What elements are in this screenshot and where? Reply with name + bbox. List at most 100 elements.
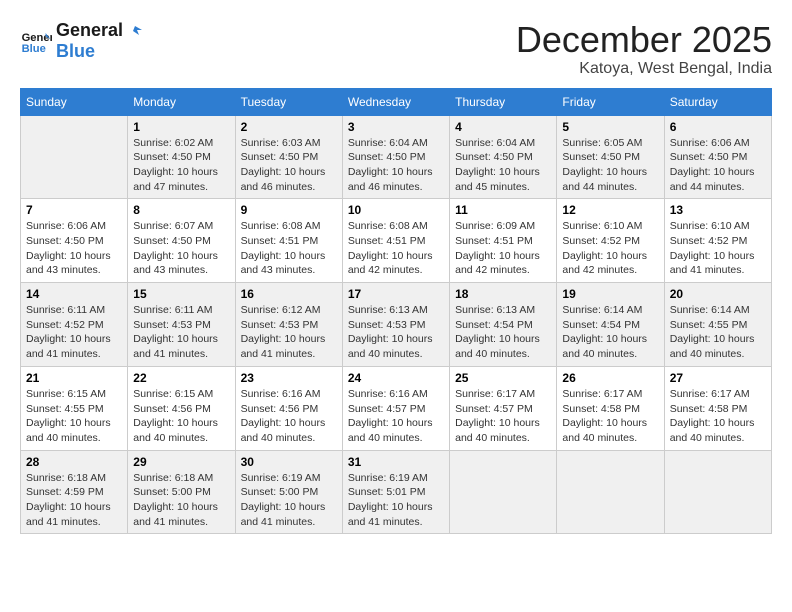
calendar-cell: 19 Sunrise: 6:14 AMSunset: 4:54 PMDayligh… [557, 283, 664, 367]
day-number: 9 [241, 203, 337, 217]
day-detail: Sunrise: 6:03 AMSunset: 4:50 PMDaylight:… [241, 136, 337, 195]
day-detail: Sunrise: 6:06 AMSunset: 4:50 PMDaylight:… [670, 136, 766, 195]
day-number: 20 [670, 287, 766, 301]
day-number: 29 [133, 455, 229, 469]
day-detail: Sunrise: 6:16 AMSunset: 4:56 PMDaylight:… [241, 387, 337, 446]
month-title: December 2025 [516, 20, 772, 60]
day-detail: Sunrise: 6:09 AMSunset: 4:51 PMDaylight:… [455, 219, 551, 278]
calendar-week-row: 28 Sunrise: 6:18 AMSunset: 4:59 PMDayligh… [21, 450, 772, 534]
day-detail: Sunrise: 6:17 AMSunset: 4:58 PMDaylight:… [562, 387, 658, 446]
calendar-cell: 10Sunrise: 6:08 AMSunset: 4:51 PMDayligh… [342, 199, 449, 283]
day-detail: Sunrise: 6:13 AMSunset: 4:54 PMDaylight:… [455, 303, 551, 362]
location: Katoya, West Bengal, India [516, 60, 772, 78]
calendar-cell: 29 Sunrise: 6:18 AMSunset: 5:00 PMDayligh… [128, 450, 235, 534]
logo-text-blue: Blue [56, 41, 143, 62]
svg-text:Blue: Blue [22, 43, 46, 55]
day-number: 23 [241, 371, 337, 385]
day-detail: Sunrise: 6:15 AMSunset: 4:55 PMDaylight:… [26, 387, 122, 446]
calendar-week-row: 14 Sunrise: 6:11 AMSunset: 4:52 PMDayligh… [21, 283, 772, 367]
header-saturday: Saturday [664, 88, 771, 115]
header-monday: Monday [128, 88, 235, 115]
logo-bird-icon [125, 22, 143, 40]
day-number: 5 [562, 120, 658, 134]
calendar-cell [450, 450, 557, 534]
day-number: 19 [562, 287, 658, 301]
calendar-cell: 14 Sunrise: 6:11 AMSunset: 4:52 PMDayligh… [21, 283, 128, 367]
calendar-cell: 7Sunrise: 6:06 AMSunset: 4:50 PMDaylight… [21, 199, 128, 283]
day-number: 31 [348, 455, 444, 469]
day-detail: Sunrise: 6:10 AMSunset: 4:52 PMDaylight:… [562, 219, 658, 278]
day-detail: Sunrise: 6:11 AMSunset: 4:53 PMDaylight:… [133, 303, 229, 362]
calendar-cell: 11 Sunrise: 6:09 AMSunset: 4:51 PMDayligh… [450, 199, 557, 283]
calendar-cell: 15 Sunrise: 6:11 AMSunset: 4:53 PMDayligh… [128, 283, 235, 367]
calendar-cell: 3 Sunrise: 6:04 AMSunset: 4:50 PMDaylight… [342, 115, 449, 199]
day-number: 24 [348, 371, 444, 385]
calendar-week-row: 7Sunrise: 6:06 AMSunset: 4:50 PMDaylight… [21, 199, 772, 283]
day-number: 14 [26, 287, 122, 301]
header-wednesday: Wednesday [342, 88, 449, 115]
calendar-cell: 17 Sunrise: 6:13 AMSunset: 4:53 PMDayligh… [342, 283, 449, 367]
calendar-cell: 25Sunrise: 6:17 AMSunset: 4:57 PMDayligh… [450, 366, 557, 450]
day-number: 16 [241, 287, 337, 301]
day-number: 17 [348, 287, 444, 301]
day-detail: Sunrise: 6:13 AMSunset: 4:53 PMDaylight:… [348, 303, 444, 362]
logo-icon: General Blue [20, 25, 52, 57]
day-detail: Sunrise: 6:02 AMSunset: 4:50 PMDaylight:… [133, 136, 229, 195]
day-detail: Sunrise: 6:08 AMSunset: 4:51 PMDaylight:… [241, 219, 337, 278]
page-header: General Blue General Blue December 2025 … [20, 20, 772, 78]
day-detail: Sunrise: 6:17 AMSunset: 4:58 PMDaylight:… [670, 387, 766, 446]
header-thursday: Thursday [450, 88, 557, 115]
day-number: 25 [455, 371, 551, 385]
day-detail: Sunrise: 6:10 AMSunset: 4:52 PMDaylight:… [670, 219, 766, 278]
day-number: 22 [133, 371, 229, 385]
calendar-week-row: 21 Sunrise: 6:15 AMSunset: 4:55 PMDayligh… [21, 366, 772, 450]
title-block: December 2025 Katoya, West Bengal, India [516, 20, 772, 78]
day-number: 26 [562, 371, 658, 385]
header-sunday: Sunday [21, 88, 128, 115]
day-number: 8 [133, 203, 229, 217]
calendar-cell: 16Sunrise: 6:12 AMSunset: 4:53 PMDayligh… [235, 283, 342, 367]
calendar-cell: 4Sunrise: 6:04 AMSunset: 4:50 PMDaylight… [450, 115, 557, 199]
calendar-cell: 31 Sunrise: 6:19 AMSunset: 5:01 PMDayligh… [342, 450, 449, 534]
calendar-cell: 22Sunrise: 6:15 AMSunset: 4:56 PMDayligh… [128, 366, 235, 450]
day-detail: Sunrise: 6:19 AMSunset: 5:01 PMDaylight:… [348, 471, 444, 530]
calendar-cell [21, 115, 128, 199]
calendar-cell: 28 Sunrise: 6:18 AMSunset: 4:59 PMDayligh… [21, 450, 128, 534]
calendar-cell: 24Sunrise: 6:16 AMSunset: 4:57 PMDayligh… [342, 366, 449, 450]
calendar-header-row: SundayMondayTuesdayWednesdayThursdayFrid… [21, 88, 772, 115]
calendar-cell: 20Sunrise: 6:14 AMSunset: 4:55 PMDayligh… [664, 283, 771, 367]
calendar-cell: 6 Sunrise: 6:06 AMSunset: 4:50 PMDaylight… [664, 115, 771, 199]
calendar-cell: 30Sunrise: 6:19 AMSunset: 5:00 PMDayligh… [235, 450, 342, 534]
svg-text:General: General [22, 32, 52, 44]
day-number: 15 [133, 287, 229, 301]
logo: General Blue General Blue [20, 20, 143, 62]
day-detail: Sunrise: 6:14 AMSunset: 4:54 PMDaylight:… [562, 303, 658, 362]
calendar-cell: 2Sunrise: 6:03 AMSunset: 4:50 PMDaylight… [235, 115, 342, 199]
day-number: 30 [241, 455, 337, 469]
day-number: 12 [562, 203, 658, 217]
day-number: 11 [455, 203, 551, 217]
day-number: 18 [455, 287, 551, 301]
day-detail: Sunrise: 6:18 AMSunset: 5:00 PMDaylight:… [133, 471, 229, 530]
calendar-cell: 27 Sunrise: 6:17 AMSunset: 4:58 PMDayligh… [664, 366, 771, 450]
day-detail: Sunrise: 6:04 AMSunset: 4:50 PMDaylight:… [348, 136, 444, 195]
day-detail: Sunrise: 6:18 AMSunset: 4:59 PMDaylight:… [26, 471, 122, 530]
calendar-week-row: 1Sunrise: 6:02 AMSunset: 4:50 PMDaylight… [21, 115, 772, 199]
calendar-cell: 18 Sunrise: 6:13 AMSunset: 4:54 PMDayligh… [450, 283, 557, 367]
day-number: 28 [26, 455, 122, 469]
day-detail: Sunrise: 6:05 AMSunset: 4:50 PMDaylight:… [562, 136, 658, 195]
calendar-cell: 21 Sunrise: 6:15 AMSunset: 4:55 PMDayligh… [21, 366, 128, 450]
day-number: 27 [670, 371, 766, 385]
calendar-cell [664, 450, 771, 534]
calendar-cell: 9 Sunrise: 6:08 AMSunset: 4:51 PMDaylight… [235, 199, 342, 283]
day-number: 21 [26, 371, 122, 385]
calendar-cell: 13Sunrise: 6:10 AMSunset: 4:52 PMDayligh… [664, 199, 771, 283]
day-number: 7 [26, 203, 122, 217]
day-detail: Sunrise: 6:07 AMSunset: 4:50 PMDaylight:… [133, 219, 229, 278]
day-detail: Sunrise: 6:11 AMSunset: 4:52 PMDaylight:… [26, 303, 122, 362]
day-number: 6 [670, 120, 766, 134]
calendar-cell: 12 Sunrise: 6:10 AMSunset: 4:52 PMDayligh… [557, 199, 664, 283]
calendar-cell [557, 450, 664, 534]
day-detail: Sunrise: 6:08 AMSunset: 4:51 PMDaylight:… [348, 219, 444, 278]
day-number: 3 [348, 120, 444, 134]
